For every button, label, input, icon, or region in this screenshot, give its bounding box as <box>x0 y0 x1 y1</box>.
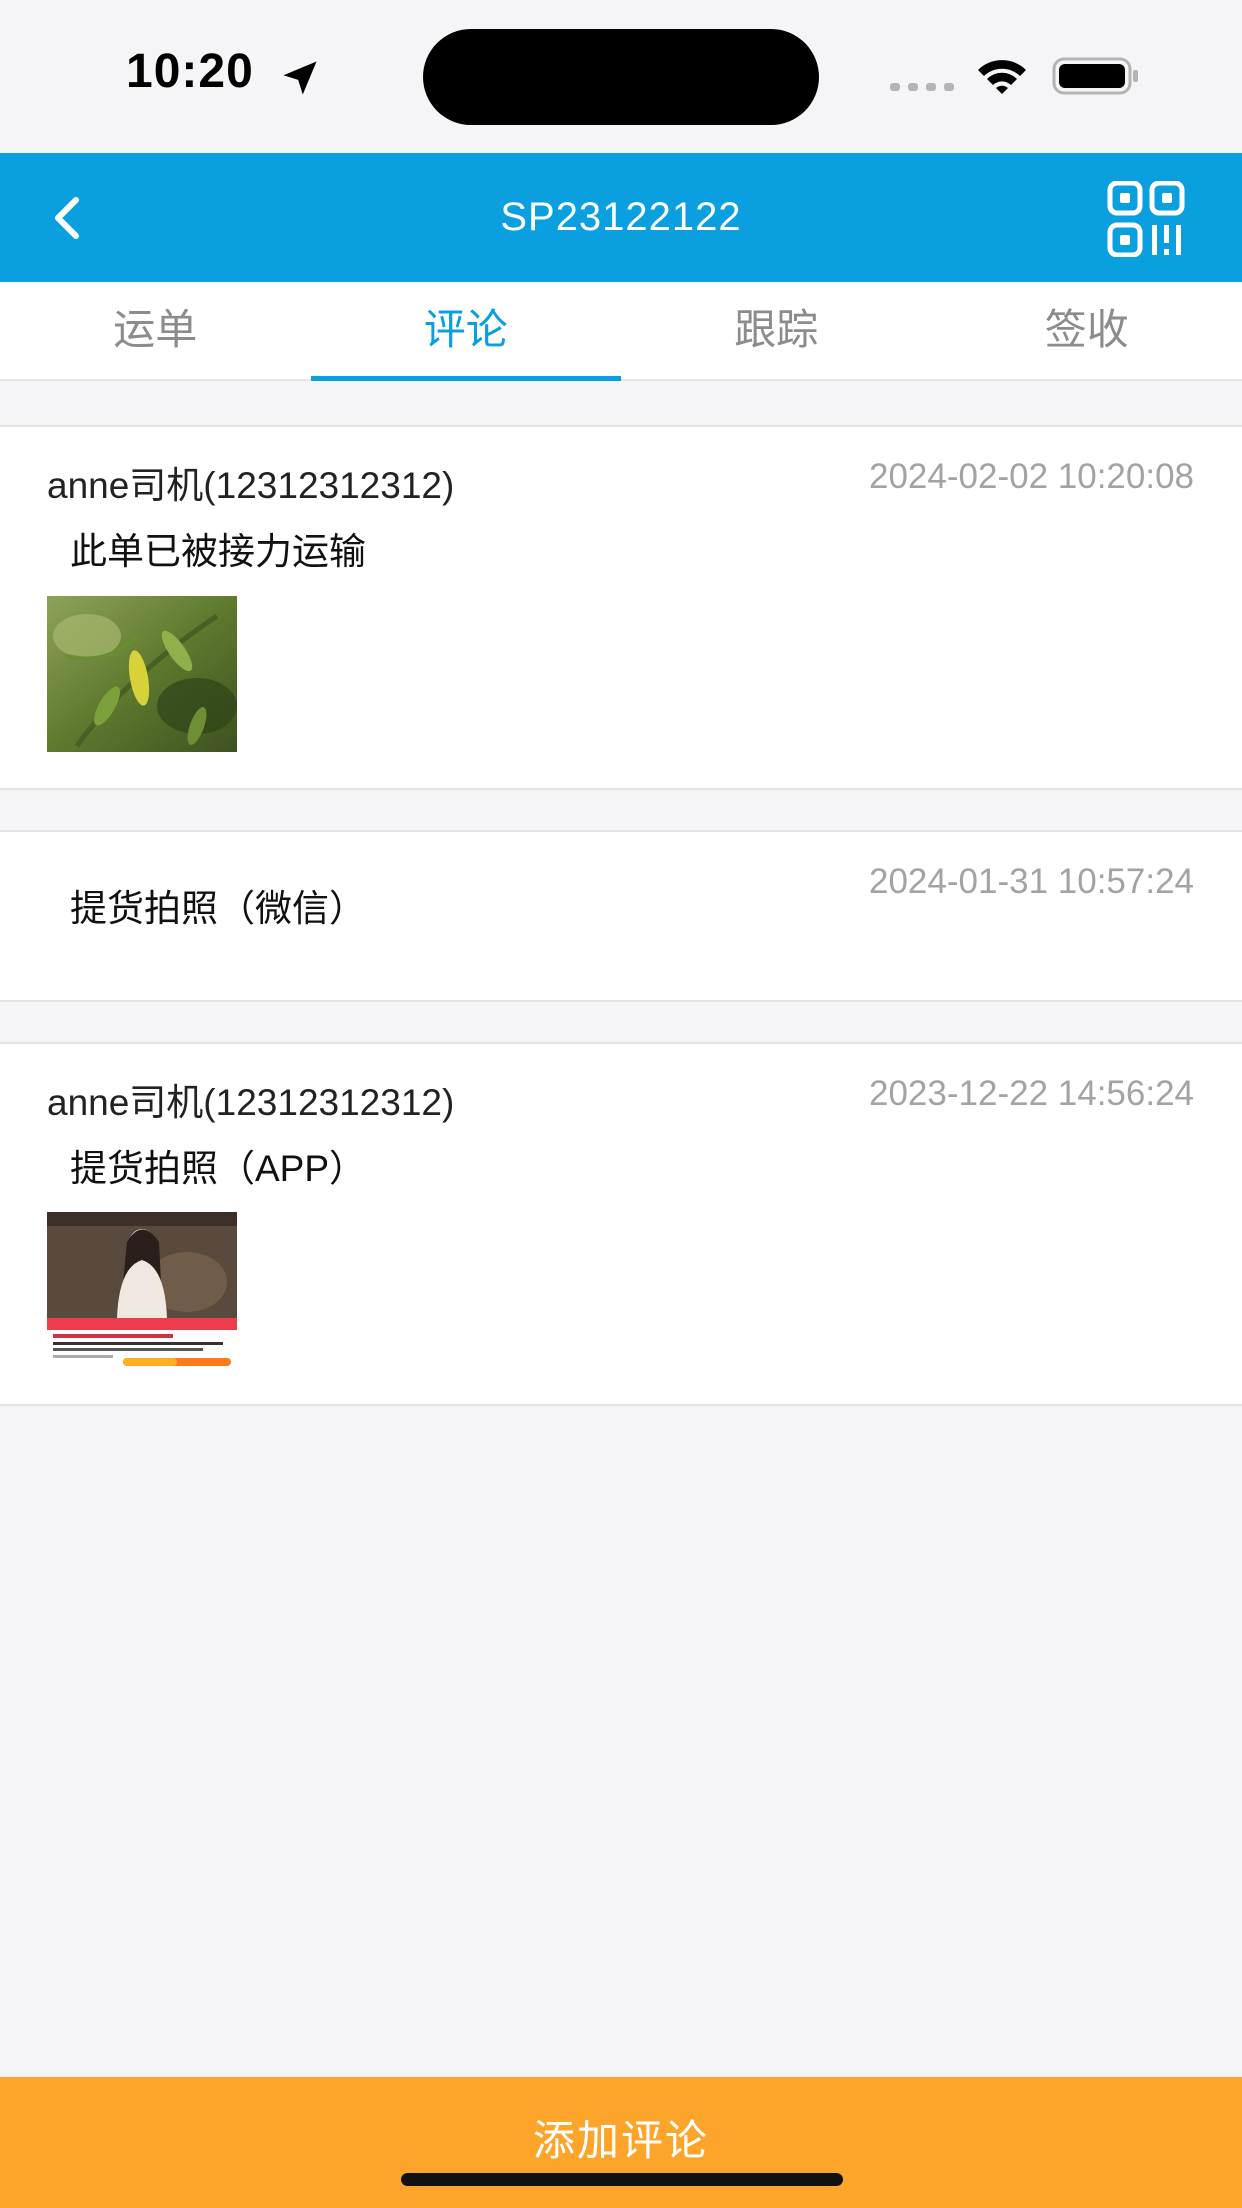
dynamic-island <box>423 29 819 125</box>
comment-text: 提货拍照（微信） <box>70 888 366 929</box>
battery-icon <box>1052 57 1138 95</box>
comment-card: 2024-01-31 10:57:24 提货拍照（微信） <box>0 830 1242 1002</box>
comment-card: anne司机(12312312312) 2023-12-22 14:56:24 … <box>0 1042 1242 1406</box>
comment-card: anne司机(12312312312) 2024-02-02 10:20:08 … <box>0 425 1242 790</box>
comment-time: 2024-01-31 10:57:24 <box>869 862 1194 901</box>
cellular-signal-icon <box>890 83 954 91</box>
add-comment-button[interactable]: 添加评论 <box>0 2077 1242 2208</box>
home-indicator <box>401 2173 843 2186</box>
status-bar: 10:20 <box>0 0 1242 153</box>
comment-author: anne司机(12312312312) <box>47 1082 455 1123</box>
comment-text: 此单已被接力运输 <box>70 531 366 572</box>
wifi-icon <box>978 60 1026 94</box>
comment-time: 2024-02-02 10:20:08 <box>869 457 1194 496</box>
comment-photo[interactable] <box>47 596 237 752</box>
tab-bar: 运单 评论 跟踪 签收 <box>0 282 1242 381</box>
tab-tracking[interactable]: 跟踪 <box>621 282 932 379</box>
location-arrow-icon <box>283 61 317 95</box>
qr-code-icon[interactable] <box>1106 181 1194 257</box>
tab-waybill[interactable]: 运单 <box>0 282 311 379</box>
tab-comments[interactable]: 评论 <box>310 282 622 381</box>
comment-text: 提货拍照（APP） <box>70 1148 367 1189</box>
comment-photo[interactable] <box>47 1212 237 1368</box>
page-title: SP23122122 <box>500 195 742 239</box>
comment-time: 2023-12-22 14:56:24 <box>869 1074 1194 1113</box>
nav-bar: SP23122122 <box>0 153 1242 282</box>
status-time: 10:20 <box>126 45 254 98</box>
tab-signoff[interactable]: 签收 <box>932 282 1242 379</box>
comment-author: anne司机(12312312312) <box>47 465 455 506</box>
